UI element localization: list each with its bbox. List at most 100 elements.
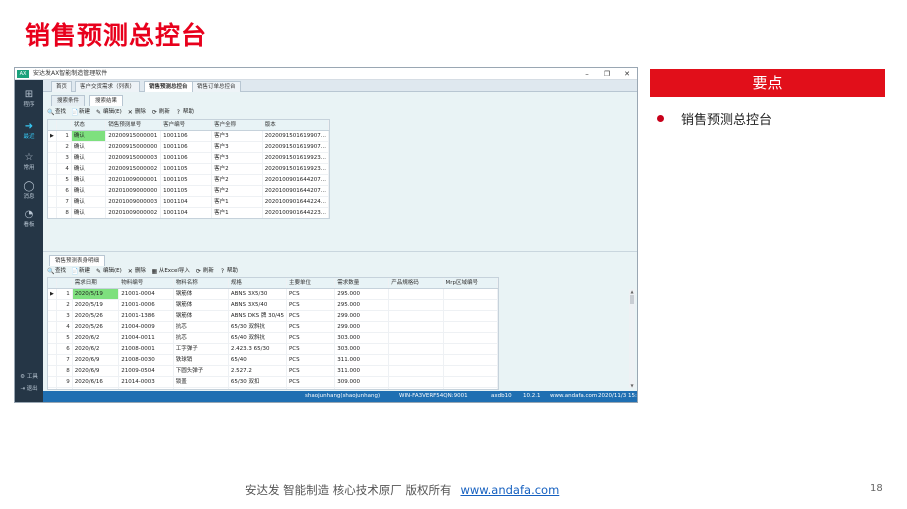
table-cell[interactable]: 钢筋体 bbox=[173, 299, 229, 311]
table-cell[interactable] bbox=[388, 310, 444, 322]
table-cell[interactable]: PCS bbox=[286, 288, 336, 300]
sidebar-item-dashboard[interactable]: ◔ 看板 bbox=[15, 209, 43, 235]
help-button[interactable]: ? 帮助 bbox=[219, 266, 238, 277]
table-cell[interactable]: 303.000 bbox=[334, 343, 390, 355]
table-cell[interactable]: 1.526.8 65/40 bbox=[228, 387, 287, 389]
table-row[interactable]: 4 确认 20200915000002 1001105 客户2 2020091501619… bbox=[48, 163, 329, 175]
tab-search-conditions[interactable]: 搜索条件 bbox=[51, 95, 86, 106]
table-cell[interactable] bbox=[443, 376, 498, 388]
table-cell[interactable]: 21008-0001 bbox=[118, 343, 174, 355]
table-cell[interactable]: 309.000 bbox=[334, 376, 390, 388]
table-cell[interactable]: 客户1 bbox=[211, 196, 263, 208]
table-cell[interactable] bbox=[443, 321, 498, 333]
table-cell[interactable]: 65/30 双斜抗 bbox=[228, 321, 287, 333]
scroll-down-icon[interactable]: ▼ bbox=[629, 383, 635, 388]
table-cell[interactable]: 2020/5/19 bbox=[72, 299, 120, 311]
column-header[interactable]: 规格 bbox=[228, 278, 287, 289]
help-button[interactable]: ? 帮助 bbox=[175, 107, 194, 118]
table-cell[interactable]: 309.000 bbox=[334, 387, 390, 389]
table-cell[interactable]: 1001104 bbox=[160, 196, 213, 208]
column-header[interactable]: 客户全称 bbox=[211, 120, 263, 131]
column-header[interactable]: Mrp区域编号 bbox=[443, 278, 498, 289]
table-row[interactable]: 8 确认 20201009000002 1001104 客户1 2020100901644… bbox=[48, 207, 329, 218]
table-cell[interactable]: 下圆头弹子 bbox=[173, 365, 229, 377]
table-cell[interactable]: 1001105 bbox=[160, 185, 213, 197]
table-cell[interactable]: 确认 bbox=[71, 130, 107, 142]
table-cell[interactable] bbox=[388, 387, 444, 389]
table-cell[interactable]: 钢筋体 bbox=[173, 310, 229, 322]
table-cell[interactable] bbox=[443, 354, 498, 366]
column-header[interactable] bbox=[48, 120, 57, 131]
table-cell[interactable] bbox=[443, 299, 498, 311]
sidebar-item-exit[interactable]: ⇥ 退出 bbox=[15, 384, 43, 392]
table-cell[interactable]: 21017-0003 bbox=[118, 387, 174, 389]
table-cell[interactable]: 2.423.3 65/30 bbox=[228, 343, 287, 355]
table-cell[interactable]: PCS bbox=[286, 321, 336, 333]
table-cell[interactable]: 2.527.2 bbox=[228, 365, 287, 377]
table-cell[interactable]: 1001105 bbox=[160, 163, 213, 175]
sidebar-item-messages[interactable]: ◯ 消息 bbox=[15, 181, 43, 207]
table-cell[interactable]: PCS bbox=[286, 332, 336, 344]
table-row[interactable]: 6 确认 20201009000000 1001105 客户2 2020100901644… bbox=[48, 185, 329, 197]
table-row[interactable]: 7 2020/6/9 21008-0030 铁球销 65/40 PCS 311.000 bbox=[48, 354, 498, 366]
table-cell[interactable] bbox=[388, 321, 444, 333]
table-cell[interactable]: 21001-0004 bbox=[118, 288, 174, 300]
tab-customer-demand[interactable]: 客户交货需求（列表） bbox=[75, 81, 141, 92]
table-cell[interactable]: 客户3 bbox=[211, 141, 263, 153]
table-cell[interactable]: 295.000 bbox=[334, 299, 390, 311]
table-cell[interactable]: 客户1 bbox=[211, 207, 263, 218]
detail-table[interactable]: 需求日期 物料编号 物料名称 规格 主要单位 需求数量 产品規格码 Mrp区域编号 ▶ 1 2020… bbox=[47, 277, 499, 390]
table-cell[interactable]: 299.000 bbox=[334, 310, 390, 322]
table-cell[interactable]: ABNS DKS 牌 30/45 bbox=[228, 310, 287, 322]
table-cell[interactable]: 1001106 bbox=[160, 130, 213, 142]
table-cell[interactable]: 21009-0504 bbox=[118, 365, 174, 377]
table-cell[interactable]: 锁盖 bbox=[173, 376, 229, 388]
table-row[interactable]: 5 确认 20201009000001 1001105 客户2 2020100901644… bbox=[48, 174, 329, 186]
table-cell[interactable]: 确认 bbox=[71, 163, 107, 175]
tab-sales-forecast[interactable]: 销售预测总控台 bbox=[144, 81, 193, 92]
table-cell[interactable] bbox=[388, 365, 444, 377]
table-cell[interactable]: 20200915000000 bbox=[105, 141, 162, 153]
table-row[interactable]: 102020/6/1621017-0003保险销1.526.8 65/40PCS… bbox=[48, 387, 498, 389]
column-header[interactable]: 需求数量 bbox=[334, 278, 390, 289]
column-header[interactable] bbox=[56, 120, 72, 131]
forecast-table[interactable]: 状态 销售预测单号 客户编号 客户全称 版本 ▶ 1 确认 20200915000001 1001… bbox=[47, 119, 330, 219]
table-cell[interactable]: 295.000 bbox=[334, 288, 390, 300]
edit-button[interactable]: ✎ 编辑(E) bbox=[95, 107, 122, 118]
refresh-button[interactable]: ⟳ 刷新 bbox=[151, 107, 170, 118]
sidebar-item-recent[interactable]: ➜ 最近 bbox=[15, 121, 43, 147]
table-cell[interactable]: ABNS 3X5/30 bbox=[228, 288, 287, 300]
delete-button[interactable]: ✕ 删除 bbox=[127, 107, 146, 118]
sidebar-item-programs[interactable]: ⊞ 程序 bbox=[15, 89, 43, 115]
table-row[interactable]: ▶ 1 2020/5/19 21001-0004 钢筋体 ABNS 3X5/30 PCS 29… bbox=[48, 288, 498, 300]
table-cell[interactable]: 确认 bbox=[71, 185, 107, 197]
table-cell[interactable]: 21001-1386 bbox=[118, 310, 174, 322]
table-cell[interactable]: 2020100901644207... bbox=[262, 174, 329, 186]
search-button[interactable]: 🔍查找 bbox=[47, 107, 66, 118]
table-cell[interactable] bbox=[443, 365, 498, 377]
table-cell[interactable]: 1001104 bbox=[160, 207, 213, 218]
column-header[interactable]: 物料名称 bbox=[173, 278, 229, 289]
table-cell[interactable]: 客户2 bbox=[211, 174, 263, 186]
sidebar-item-tools[interactable]: ⚙ 工具 bbox=[15, 372, 43, 380]
minimize-button[interactable]: – bbox=[577, 68, 597, 80]
table-row[interactable]: 7 确认 20201009000003 1001104 客户1 2020100901644… bbox=[48, 196, 329, 208]
table-cell[interactable]: 2020091501619907... bbox=[262, 130, 329, 142]
table-row[interactable]: ▶ 1 确认 20200915000001 1001106 客户3 202009150161… bbox=[48, 130, 329, 142]
table-cell[interactable]: 21008-0030 bbox=[118, 354, 174, 366]
table-row[interactable]: 3 2020/5/26 21001-1386 钢筋体 ABNS DKS 牌 30/45 P… bbox=[48, 310, 498, 322]
table-cell[interactable]: 客户3 bbox=[211, 130, 263, 142]
table-cell[interactable]: 确认 bbox=[71, 152, 107, 164]
tab-home[interactable]: 首页 bbox=[51, 81, 73, 92]
table-cell[interactable] bbox=[443, 310, 498, 322]
refresh-button[interactable]: ⟳ 刷新 bbox=[195, 266, 214, 277]
table-cell[interactable]: 2020/6/2 bbox=[72, 343, 120, 355]
table-cell[interactable]: PCS bbox=[286, 387, 336, 389]
table-cell[interactable]: 2020100901644207... bbox=[262, 185, 329, 197]
table-cell[interactable]: 2020/6/9 bbox=[72, 354, 120, 366]
table-cell[interactable]: 311.000 bbox=[334, 365, 390, 377]
column-header[interactable]: 需求日期 bbox=[72, 278, 120, 289]
table-cell[interactable]: 20201009000000 bbox=[105, 185, 162, 197]
table-cell[interactable] bbox=[388, 354, 444, 366]
table-cell[interactable]: ABNS 3X5/40 bbox=[228, 299, 287, 311]
